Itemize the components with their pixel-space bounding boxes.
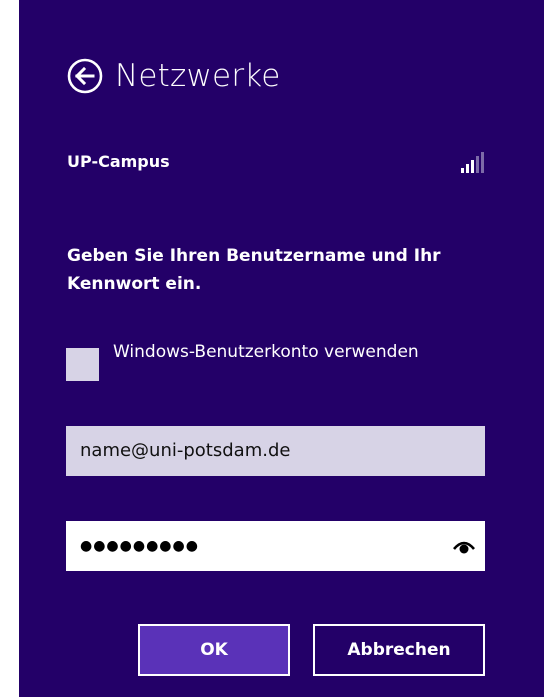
eye-icon[interactable] — [453, 536, 475, 556]
login-prompt: Geben Sie Ihren Benutzername und Ihr Ken… — [67, 246, 441, 294]
network-name: UP-Campus — [67, 152, 170, 171]
use-windows-account-checkbox[interactable] — [66, 348, 99, 381]
password-masked-value: ●●●●●●●●● — [80, 538, 199, 554]
use-windows-account-option[interactable]: Windows-Benutzerkonto verwenden — [66, 338, 496, 400]
password-field[interactable]: ●●●●●●●●● — [66, 521, 485, 571]
back-arrow-icon[interactable] — [67, 58, 103, 94]
network-item: UP-Campus — [67, 148, 487, 176]
ok-button[interactable]: OK — [138, 624, 290, 676]
cancel-button[interactable]: Abbrechen — [313, 624, 485, 676]
page-title: Netzwerke — [115, 58, 281, 94]
checkbox-label: Windows-Benutzerkonto verwenden — [113, 342, 419, 362]
header: Netzwerke — [67, 55, 281, 97]
username-field[interactable]: name@uni-potsdam.de — [66, 426, 485, 476]
network-flyout: Netzwerke UP-Campus Geben Sie Ihren Benu… — [19, 0, 544, 697]
signal-strength-icon — [461, 152, 484, 173]
